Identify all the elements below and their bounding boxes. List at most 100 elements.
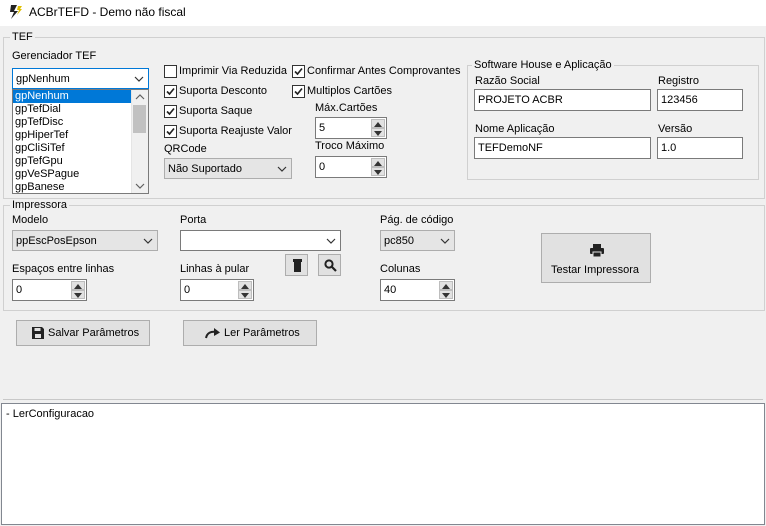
software-house-legend: Software House e Aplicação: [472, 59, 614, 71]
suporta-reajuste-valor-label: Suporta Reajuste Valor: [179, 125, 292, 137]
chevron-down-icon: [326, 238, 336, 244]
chevron-down-icon: [134, 76, 144, 82]
gerenciador-option[interactable]: gpNenhum: [13, 90, 132, 103]
max-cartoes-label: Máx.Cartões: [315, 102, 378, 114]
spin-buttons: [439, 281, 453, 299]
colunas-label: Colunas: [380, 263, 421, 275]
checkbox-box[interactable]: [292, 85, 305, 98]
gaveta-button[interactable]: [285, 254, 308, 276]
spin-buttons: [371, 158, 385, 176]
gerenciador-option[interactable]: gpVeSPague: [13, 168, 132, 181]
gerenciador-option[interactable]: gpBanese: [13, 181, 132, 194]
suporta-saque-checkbox[interactable]: Suporta Saque: [164, 104, 294, 119]
checkmark-icon: [294, 67, 303, 76]
spin-up-button[interactable]: [238, 281, 252, 290]
porta-label: Porta: [180, 214, 207, 226]
razao-social-field[interactable]: PROJETO ACBR: [474, 89, 651, 111]
spin-buttons: [238, 281, 252, 299]
max-cartoes-value: 5: [319, 122, 326, 134]
checkbox-box[interactable]: [164, 105, 177, 118]
confirmar-antes-comprovantes-checkbox[interactable]: Confirmar Antes Comprovantes: [292, 64, 462, 79]
registro-label: Registro: [658, 75, 699, 87]
spin-down-button[interactable]: [439, 290, 453, 299]
spin-up-button[interactable]: [371, 158, 385, 167]
testar-impressora-button[interactable]: Testar Impressora: [541, 233, 651, 283]
qrcode-label: QRCode: [164, 143, 207, 155]
qrcode-value: Não Suportado: [168, 163, 242, 175]
window-title: ACBrTEFD - Demo não fiscal: [29, 5, 186, 19]
checkbox-box[interactable]: [164, 65, 177, 78]
log-memo[interactable]: - LerConfiguracao: [1, 403, 765, 525]
checkbox-box[interactable]: [292, 65, 305, 78]
troco-maximo-spinner[interactable]: 0: [315, 156, 387, 178]
dropdown-scroll-thumb[interactable]: [133, 105, 146, 133]
spin-buttons: [371, 119, 385, 137]
ler-parametros-label: Ler Parâmetros: [224, 327, 300, 339]
confirmar-antes-comprovantes-label: Confirmar Antes Comprovantes: [307, 65, 461, 77]
redo-icon: [205, 328, 220, 339]
porta-select[interactable]: [180, 230, 341, 251]
gerenciador-option[interactable]: gpTefDial: [13, 103, 132, 116]
dropdown-scrollbar[interactable]: [131, 90, 148, 193]
max-cartoes-spinner[interactable]: 5: [315, 117, 387, 139]
salvar-parametros-button[interactable]: Salvar Parâmetros: [16, 320, 150, 346]
linhas-pular-spinner[interactable]: 0: [180, 279, 254, 301]
suporta-desconto-label: Suporta Desconto: [179, 85, 268, 97]
testar-impressora-label: Testar Impressora: [551, 264, 640, 276]
linhas-pular-label: Linhas à pular: [180, 263, 250, 275]
gerenciador-option[interactable]: gpHiperTef: [13, 129, 132, 142]
suporta-saque-label: Suporta Saque: [179, 105, 253, 117]
colunas-value: 40: [384, 284, 397, 296]
versao-label: Versão: [658, 123, 693, 135]
checkbox-box[interactable]: [164, 125, 177, 138]
checkmark-icon: [166, 87, 175, 96]
gerenciador-option[interactable]: gpTefDisc: [13, 116, 132, 129]
tef-legend: TEF: [10, 31, 35, 43]
troco-maximo-label: Troco Máximo: [315, 140, 385, 152]
multiplos-cartoes-label: Multiplos Cartões: [307, 85, 392, 97]
search-icon: [324, 259, 337, 272]
multiplos-cartoes-checkbox[interactable]: Multiplos Cartões: [292, 84, 402, 99]
spin-down-button[interactable]: [371, 128, 385, 137]
checkbox-box[interactable]: [164, 85, 177, 98]
modelo-label: Modelo: [12, 214, 49, 226]
suporta-reajuste-valor-checkbox[interactable]: Suporta Reajuste Valor: [164, 124, 294, 139]
spin-down-button[interactable]: [238, 290, 252, 299]
gerenciador-tef-label: Gerenciador TEF: [12, 50, 97, 62]
log-line: - LerConfiguracao: [6, 408, 95, 420]
spin-down-button[interactable]: [71, 290, 85, 299]
modelo-select[interactable]: ppEscPosEpson: [12, 230, 158, 251]
nome-aplicacao-field[interactable]: TEFDemoNF: [474, 137, 651, 159]
pag-codigo-label: Pág. de código: [380, 214, 454, 226]
chevron-down-icon[interactable]: [135, 182, 145, 190]
ler-parametros-button[interactable]: Ler Parâmetros: [183, 320, 317, 346]
gerenciador-option[interactable]: gpTefGpu: [13, 155, 132, 168]
pag-codigo-select[interactable]: pc850: [380, 230, 455, 251]
chevron-down-icon: [440, 238, 450, 244]
qrcode-select[interactable]: Não Suportado: [164, 158, 292, 179]
nome-aplicacao-label: Nome Aplicação: [475, 123, 555, 135]
log-lines: - LerConfiguracao: [6, 408, 94, 420]
checkmark-icon: [294, 87, 303, 96]
gerenciador-tef-value: gpNenhum: [16, 73, 70, 85]
spin-up-button[interactable]: [71, 281, 85, 290]
gerenciador-option[interactable]: gpCliSiTef: [13, 142, 132, 155]
registro-field[interactable]: 123456: [657, 89, 743, 111]
chevron-up-icon[interactable]: [135, 93, 145, 101]
colunas-spinner[interactable]: 40: [380, 279, 455, 301]
gerenciador-tef-select[interactable]: gpNenhum: [12, 68, 149, 89]
razao-social-value: PROJETO ACBR: [478, 94, 563, 106]
espacos-entre-linhas-value: 0: [16, 284, 23, 296]
versao-field[interactable]: 1.0: [657, 137, 743, 159]
search-button[interactable]: [318, 254, 341, 276]
registro-value: 123456: [661, 94, 698, 106]
gerenciador-tef-dropdown-list[interactable]: gpNenhum gpTefDial gpTefDisc gpHiperTef gpCl…: [12, 89, 149, 194]
printer-icon: [590, 244, 604, 257]
spin-up-button[interactable]: [439, 281, 453, 290]
spin-down-button[interactable]: [371, 167, 385, 176]
espacos-entre-linhas-spinner[interactable]: 0: [12, 279, 87, 301]
troco-maximo-value: 0: [319, 161, 326, 173]
suporta-desconto-checkbox[interactable]: Suporta Desconto: [164, 84, 294, 99]
spin-up-button[interactable]: [371, 119, 385, 128]
imprimir-via-reduzida-checkbox[interactable]: Imprimir Via Reduzida: [164, 64, 294, 79]
